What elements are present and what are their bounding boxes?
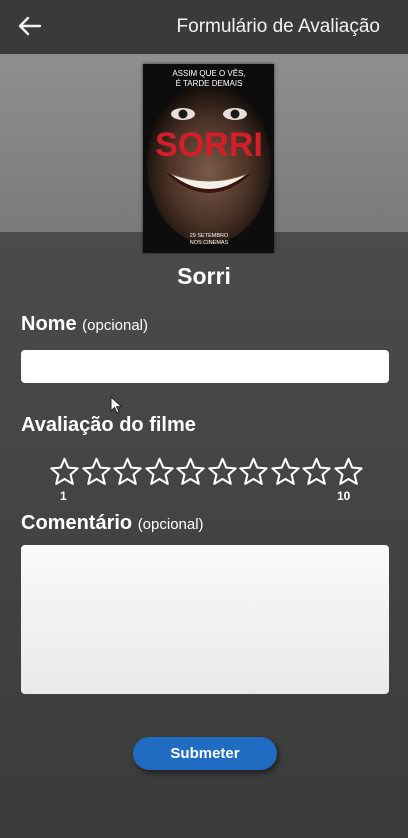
poster-logo: SORRI bbox=[155, 126, 263, 164]
star-icon[interactable] bbox=[301, 456, 332, 488]
comment-label-text: Comentário bbox=[21, 512, 133, 534]
comment-label: Comentário (opcional) bbox=[21, 512, 204, 535]
star-icon[interactable] bbox=[144, 456, 175, 488]
name-label-text: Nome bbox=[21, 313, 77, 335]
star-icon[interactable] bbox=[333, 456, 364, 488]
star-icon[interactable] bbox=[207, 456, 238, 488]
star-icon[interactable] bbox=[175, 456, 206, 488]
comment-optional-hint: (opcional) bbox=[137, 516, 204, 533]
submit-button[interactable]: Submeter bbox=[133, 737, 277, 770]
star-icon[interactable] bbox=[238, 456, 269, 488]
star-icon[interactable] bbox=[49, 456, 80, 488]
movie-poster: ASSIM QUE O VÊS, É TARDE DEMAIS SORRI 29… bbox=[143, 64, 274, 253]
comment-textarea[interactable] bbox=[21, 545, 389, 694]
rating-min-label: 1 bbox=[60, 489, 67, 503]
name-optional-hint: (opcional) bbox=[82, 317, 149, 334]
poster-date: 29 SETEMBRO bbox=[190, 233, 229, 239]
poster-tagline: ASSIM QUE O VÊS, bbox=[172, 69, 245, 78]
name-label: Nome (opcional) bbox=[21, 313, 148, 336]
page-title: Formulário de Avaliação bbox=[176, 16, 380, 37]
arrow-left-icon bbox=[18, 16, 42, 36]
star-icon[interactable] bbox=[112, 456, 143, 488]
star-icon[interactable] bbox=[81, 456, 112, 488]
movie-title: Sorri bbox=[177, 263, 231, 289]
app-header: Formulário de Avaliação bbox=[0, 0, 408, 54]
star-rating[interactable] bbox=[49, 456, 364, 490]
back-button[interactable] bbox=[14, 12, 46, 40]
poster-tagline: É TARDE DEMAIS bbox=[176, 79, 243, 88]
mouse-cursor-icon bbox=[110, 396, 123, 414]
name-input[interactable] bbox=[21, 350, 389, 383]
star-icon[interactable] bbox=[270, 456, 301, 488]
poster-date: NOS CINEMAS bbox=[190, 240, 229, 246]
rating-label: Avaliação do filme bbox=[21, 414, 196, 436]
rating-max-label: 10 bbox=[337, 489, 351, 503]
